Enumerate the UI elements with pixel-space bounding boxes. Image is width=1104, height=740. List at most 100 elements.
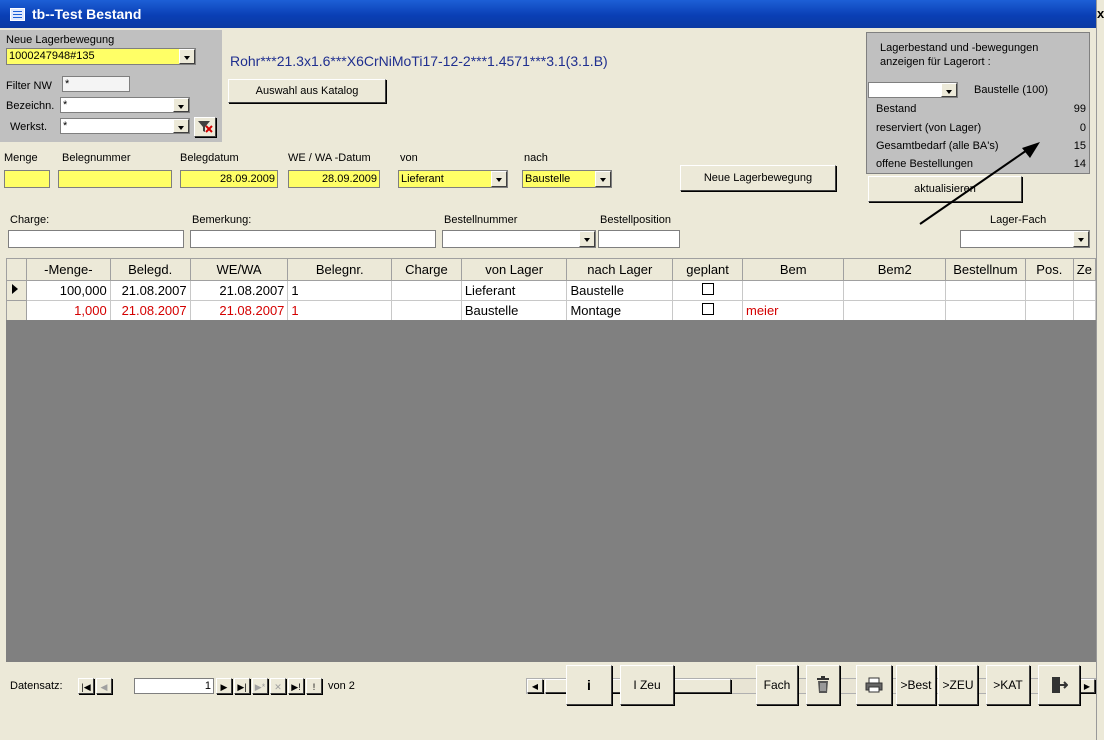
cell-belegd[interactable]: 21.08.2007: [109, 280, 191, 301]
filter-record-icon[interactable]: ▶!: [288, 678, 304, 694]
chevron-down-icon[interactable]: [173, 98, 189, 112]
record-number-input[interactable]: 1: [134, 678, 214, 694]
cell-bem[interactable]: [741, 280, 845, 301]
table-row[interactable]: 1,000 21.08.2007 21.08.2007 1 Baustelle …: [6, 300, 1097, 321]
zeu-button[interactable]: >ZEU: [938, 665, 978, 705]
chevron-down-icon[interactable]: [491, 171, 507, 187]
col-von-lager[interactable]: von Lager: [460, 258, 568, 281]
belegnummer-label: Belegnummer: [62, 152, 131, 164]
cell-menge[interactable]: 100,000: [25, 280, 111, 301]
next-record-icon[interactable]: ▶: [216, 678, 232, 694]
cell-geplant[interactable]: [672, 300, 743, 321]
close-icon[interactable]: x: [1097, 6, 1104, 21]
izeu-button[interactable]: I Zeu: [620, 665, 674, 705]
nach-select[interactable]: Baustelle: [522, 170, 612, 188]
lagerort-select[interactable]: [868, 82, 958, 98]
bemerkung-input[interactable]: [190, 230, 436, 248]
delete-record-icon[interactable]: ✕: [270, 678, 286, 694]
charge-input[interactable]: [8, 230, 184, 248]
bestellposition-input[interactable]: [598, 230, 680, 248]
werkst-label: Werkst.: [10, 121, 48, 133]
print-button[interactable]: [856, 665, 892, 705]
chevron-down-icon[interactable]: [941, 83, 957, 97]
delete-button[interactable]: [806, 665, 840, 705]
movements-grid[interactable]: -Menge- Belegd. WE/WA Belegnr. Charge vo…: [6, 258, 1097, 321]
cell-wewa[interactable]: 21.08.2007: [189, 300, 289, 321]
cell-bestellnum[interactable]: [944, 300, 1026, 321]
belegdatum-input[interactable]: 28.09.2009: [180, 170, 278, 188]
cell-charge[interactable]: [391, 300, 462, 321]
clear-filter-button[interactable]: [194, 117, 216, 137]
cell-pos[interactable]: [1024, 300, 1074, 321]
exit-button[interactable]: [1038, 665, 1080, 705]
lagerfach-select[interactable]: [960, 230, 1090, 248]
auswahl-katalog-button[interactable]: Auswahl aus Katalog: [228, 79, 386, 103]
col-nach-lager[interactable]: nach Lager: [566, 258, 674, 281]
last-record-icon[interactable]: ▶|: [234, 678, 250, 694]
scroll-right-icon[interactable]: ▶: [1079, 679, 1095, 693]
cell-nach-lager[interactable]: Montage: [566, 300, 674, 321]
gesamtbedarf-value: 15: [1073, 140, 1086, 152]
lagerort-label: Baustelle (100): [974, 84, 1048, 96]
scroll-left-icon[interactable]: ◀: [527, 679, 543, 693]
werkst-select[interactable]: *: [60, 118, 190, 134]
cell-belegnr[interactable]: 1: [287, 280, 392, 301]
chevron-down-icon[interactable]: [579, 231, 595, 247]
belegnummer-input[interactable]: [58, 170, 172, 188]
cell-belegnr[interactable]: 1: [287, 300, 392, 321]
chevron-down-icon[interactable]: [1073, 231, 1089, 247]
datensatz-label: Datensatz:: [10, 680, 63, 692]
cell-von-lager[interactable]: Baustelle: [460, 300, 568, 321]
col-wewa[interactable]: WE/WA: [189, 258, 289, 281]
row-selector-header[interactable]: [6, 258, 27, 281]
cell-wewa[interactable]: 21.08.2007: [189, 280, 289, 301]
cell-von-lager[interactable]: Lieferant: [460, 280, 568, 301]
chevron-down-icon[interactable]: [173, 119, 189, 133]
artikel-select[interactable]: 1000247948#135: [6, 48, 196, 65]
col-bem[interactable]: Bem: [741, 258, 845, 281]
cell-bem2[interactable]: [843, 300, 946, 321]
col-charge[interactable]: Charge: [391, 258, 462, 281]
col-belegd[interactable]: Belegd.: [109, 258, 191, 281]
col-ze[interactable]: Ze: [1072, 258, 1097, 281]
cell-ze[interactable]: [1072, 280, 1097, 301]
cell-pos[interactable]: [1024, 280, 1074, 301]
cell-charge[interactable]: [391, 280, 462, 301]
menge-input[interactable]: [4, 170, 50, 188]
col-bem2[interactable]: Bem2: [843, 258, 946, 281]
bestellnummer-select[interactable]: [442, 230, 596, 248]
bezeichn-select[interactable]: *: [60, 97, 190, 113]
cell-menge[interactable]: 1,000: [25, 300, 111, 321]
kat-button[interactable]: >KAT: [986, 665, 1030, 705]
neue-lagerbewegung-button[interactable]: Neue Lagerbewegung: [680, 165, 836, 191]
col-bestellnum[interactable]: Bestellnum: [944, 258, 1026, 281]
cell-geplant[interactable]: [672, 280, 743, 301]
geplant-checkbox[interactable]: [701, 283, 714, 295]
col-menge[interactable]: -Menge-: [25, 258, 111, 281]
info-button[interactable]: i: [566, 665, 612, 705]
current-record-icon[interactable]: [6, 280, 27, 301]
cell-bem2[interactable]: [843, 280, 946, 301]
chevron-down-icon[interactable]: [179, 49, 195, 64]
von-select[interactable]: Lieferant: [398, 170, 508, 188]
wewa-datum-input[interactable]: 28.09.2009: [288, 170, 380, 188]
first-record-icon[interactable]: |◀: [78, 678, 94, 694]
cell-nach-lager[interactable]: Baustelle: [566, 280, 674, 301]
prev-record-icon[interactable]: ◀: [96, 678, 112, 694]
col-geplant[interactable]: geplant: [672, 258, 743, 281]
filter-toggle-icon[interactable]: !: [306, 678, 322, 694]
cell-bestellnum[interactable]: [944, 280, 1026, 301]
chevron-down-icon[interactable]: [595, 171, 611, 187]
fach-button[interactable]: Fach: [756, 665, 798, 705]
row-selector[interactable]: [6, 300, 27, 321]
col-pos[interactable]: Pos.: [1024, 258, 1074, 281]
new-record-icon[interactable]: ▶*: [252, 678, 268, 694]
table-row[interactable]: 100,000 21.08.2007 21.08.2007 1 Lieferan…: [6, 280, 1097, 301]
filter-nw-input[interactable]: *: [62, 76, 130, 92]
col-belegnr[interactable]: Belegnr.: [287, 258, 392, 281]
geplant-checkbox[interactable]: [701, 303, 714, 315]
cell-bem[interactable]: meier: [741, 300, 845, 321]
cell-ze[interactable]: [1072, 300, 1097, 321]
best-button[interactable]: >Best: [896, 665, 936, 705]
cell-belegd[interactable]: 21.08.2007: [109, 300, 191, 321]
